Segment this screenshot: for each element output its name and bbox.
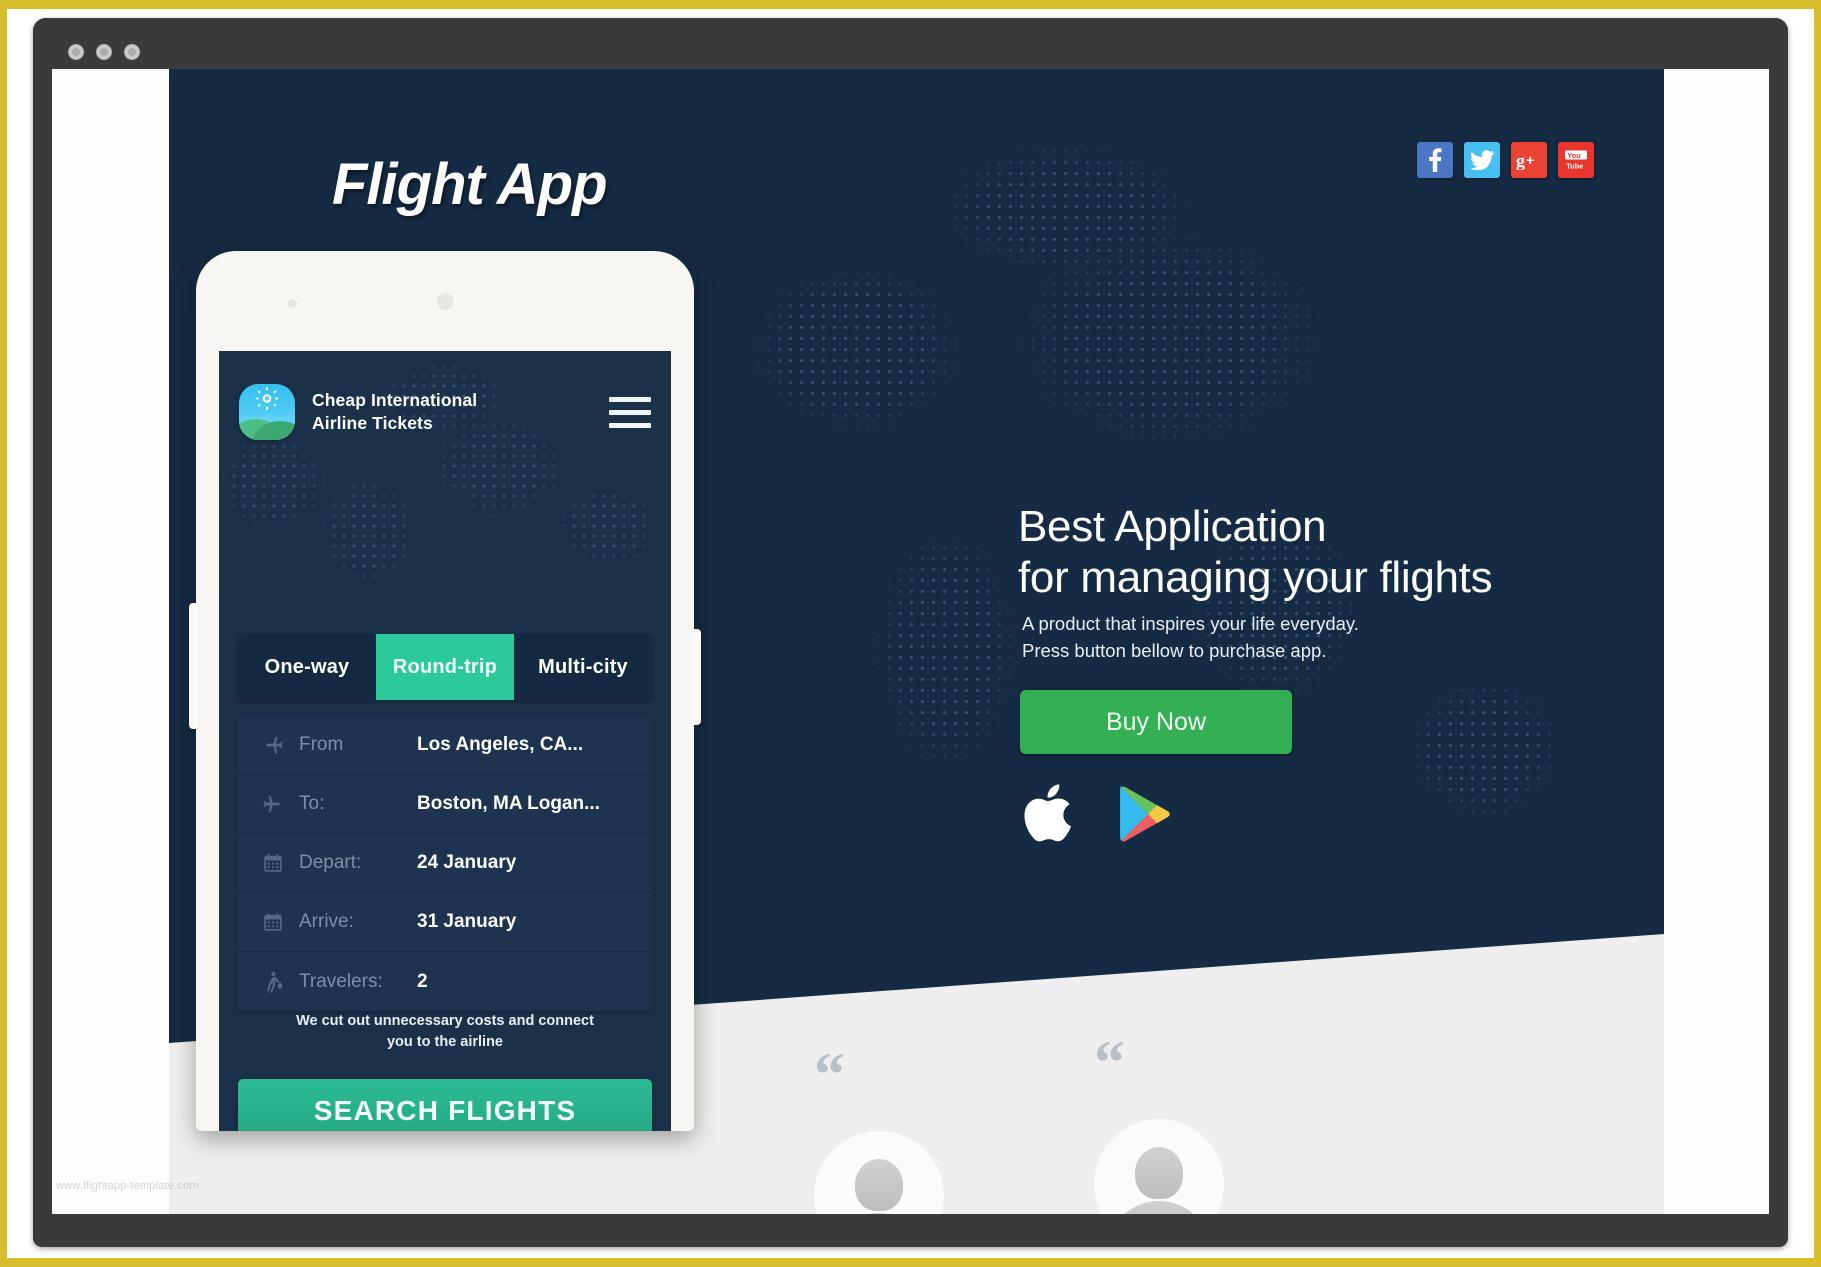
window-maximize-button[interactable] (124, 44, 140, 60)
phone-speaker (436, 293, 454, 310)
avatar-body (827, 1213, 931, 1214)
search-form: From Los Angeles, CA... To: Boston, MA L… (238, 716, 652, 1011)
google-play-icon[interactable] (1118, 784, 1170, 847)
twitter-icon[interactable] (1464, 142, 1500, 178)
google-plus-icon[interactable]: g + (1511, 142, 1547, 178)
quote-mark-icon: “ (814, 1041, 845, 1109)
page-title: Flight App (332, 152, 608, 217)
youtube-icon[interactable]: You Tube (1558, 142, 1594, 178)
avatar-head (855, 1159, 903, 1212)
field-label: From (299, 734, 344, 755)
field-value: 2 (417, 970, 428, 992)
phone-mockup: Cheap International Airline Tickets One-… (189, 251, 701, 1131)
page-viewport: “ “ Flight App g + You Tube Cheap Intern… (52, 69, 1769, 1214)
field-value: Boston, MA Logan... (417, 793, 600, 814)
avatar (814, 1131, 944, 1214)
avatar (1094, 1119, 1224, 1214)
tagline-line1: We cut out unnecessary costs and connect (296, 1013, 594, 1029)
trip-type-tabs: One-way Round-trip Multi-city (238, 634, 652, 700)
phone-camera (288, 299, 297, 308)
calendar-icon (258, 853, 288, 873)
svg-text:+: + (1526, 152, 1534, 168)
svg-text:You: You (1567, 151, 1581, 160)
hamburger-icon[interactable] (609, 396, 651, 428)
testimonial-card-2: “ (1094, 1029, 1224, 1214)
avatar-head (1135, 1147, 1183, 1200)
social-links: g + You Tube (1417, 142, 1594, 178)
field-arrive[interactable]: Arrive: 31 January (238, 893, 652, 952)
tab-multi-city[interactable]: Multi-city (514, 634, 652, 700)
watermark: www.flightapp-template.com (56, 1180, 199, 1192)
field-from[interactable]: From Los Angeles, CA... (238, 716, 652, 775)
plane-arrive-icon (258, 793, 288, 815)
field-value: Los Angeles, CA... (417, 734, 584, 755)
browser-window: “ “ Flight App g + You Tube Cheap Intern… (33, 18, 1788, 1247)
window-close-button[interactable] (68, 44, 84, 60)
buy-now-button[interactable]: Buy Now (1020, 690, 1292, 754)
hero-subcopy: A product that inspires your life everyd… (1022, 611, 1359, 665)
app-title: Cheap International Airline Tickets (312, 389, 477, 435)
app-header: Cheap International Airline Tickets (219, 351, 671, 473)
facebook-icon[interactable] (1417, 142, 1453, 178)
field-depart[interactable]: Depart: 24 January (238, 834, 652, 893)
store-badges (1020, 781, 1170, 850)
svg-text:Tube: Tube (1566, 162, 1583, 171)
app-title-line1: Cheap International (312, 389, 478, 410)
app-store-icon[interactable] (1020, 781, 1076, 850)
field-travelers[interactable]: Travelers: 2 (238, 952, 652, 1011)
quote-mark-icon: “ (1094, 1029, 1125, 1097)
field-value: 31 January (417, 911, 517, 932)
field-value: 24 January (417, 852, 517, 873)
tagline-line2: you to the airline (386, 1034, 503, 1051)
testimonial-card-1: “ (814, 1041, 944, 1214)
subcopy-line2: Press button bellow to purchase app. (1022, 639, 1327, 661)
phone-power-button[interactable] (692, 629, 701, 725)
phone-volume-button[interactable] (189, 603, 198, 729)
traveler-icon (258, 971, 288, 993)
calendar-icon (258, 912, 288, 932)
window-minimize-button[interactable] (96, 44, 112, 60)
svg-text:g: g (1516, 151, 1525, 170)
tab-one-way[interactable]: One-way (238, 634, 376, 700)
outer-frame: “ “ Flight App g + You Tube Cheap Intern… (0, 0, 1821, 1267)
field-label: Travelers: (299, 970, 383, 992)
hero-headline: Best Application for managing your fligh… (1018, 501, 1493, 603)
field-label: Depart: (299, 852, 362, 873)
search-flights-button[interactable]: SEARCH FLIGHTS (238, 1079, 652, 1131)
plane-depart-icon (258, 734, 288, 756)
subcopy-line1: A product that inspires your life everyd… (1022, 613, 1359, 634)
field-to[interactable]: To: Boston, MA Logan... (238, 775, 652, 834)
phone-tagline: We cut out unnecessary costs and connect… (219, 1011, 671, 1053)
sun-icon (254, 385, 280, 416)
app-title-line2: Airline Tickets (312, 413, 433, 433)
app-logo-icon (239, 384, 295, 440)
field-label: Arrive: (299, 911, 354, 932)
field-label: To: (299, 793, 325, 814)
headline-line2: for managing your flights (1018, 553, 1493, 603)
browser-titlebar (33, 18, 1788, 69)
avatar-body (1107, 1201, 1211, 1214)
headline-line1: Best Application (1018, 502, 1327, 551)
phone-screen: Cheap International Airline Tickets One-… (219, 351, 671, 1131)
tab-round-trip[interactable]: Round-trip (376, 634, 514, 700)
